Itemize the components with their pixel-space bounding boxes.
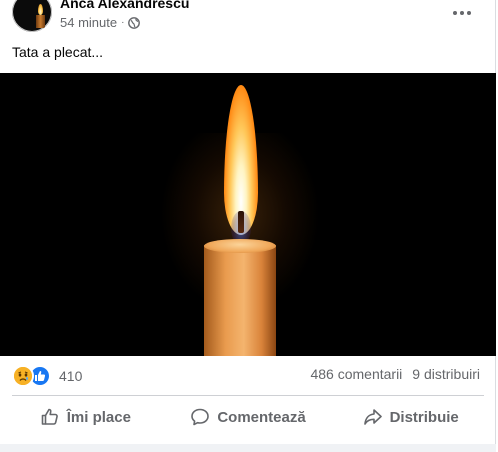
like-label: Îmi place	[66, 408, 131, 426]
thumbs-up-icon	[40, 407, 60, 427]
comment-button[interactable]: Comentează	[167, 399, 330, 435]
post-timestamp[interactable]: 54 minute	[60, 15, 117, 30]
shares-count-link[interactable]: 9 distribuiri	[412, 366, 480, 382]
share-button[interactable]: Distribuie	[329, 399, 492, 435]
globe-icon[interactable]	[128, 16, 141, 29]
avatar[interactable]	[12, 0, 52, 32]
reaction-count: 410	[59, 368, 83, 384]
candle-top	[204, 239, 276, 253]
dot-icon	[460, 11, 464, 15]
candle-wick	[238, 211, 244, 233]
like-button[interactable]: Îmi place	[4, 399, 167, 435]
post-text: Tata a plecat...	[12, 44, 104, 60]
share-label: Distribuie	[389, 408, 459, 426]
post-image[interactable]	[0, 73, 496, 356]
divider	[12, 395, 484, 396]
avatar-flame	[38, 4, 43, 15]
dot-icon	[467, 11, 471, 15]
author-name[interactable]: Anca Alexandrescu	[60, 0, 189, 11]
comments-count-link[interactable]: 486 comentarii	[310, 366, 402, 382]
candle-body	[204, 245, 276, 356]
share-icon	[363, 407, 383, 427]
post-card: Anca Alexandrescu 54 minute · Tata a ple…	[0, 0, 496, 452]
meta-separator: ·	[121, 17, 125, 28]
reactions-summary[interactable]: 410	[12, 365, 82, 387]
action-bar: Îmi place Comentează Distribuie	[4, 399, 492, 435]
feed-gap	[0, 444, 496, 452]
comment-icon	[190, 407, 210, 427]
post-meta: 54 minute ·	[60, 15, 141, 30]
post-stats: 410 486 comentarii 9 distribuiri	[12, 365, 484, 387]
dot-icon	[453, 11, 457, 15]
engagement-counts: 486 comentarii 9 distribuiri	[310, 366, 480, 382]
avatar-candle	[36, 15, 45, 28]
comment-label: Comentează	[217, 408, 306, 426]
more-options-button[interactable]	[446, 0, 478, 26]
sad-reaction-icon	[12, 365, 34, 387]
